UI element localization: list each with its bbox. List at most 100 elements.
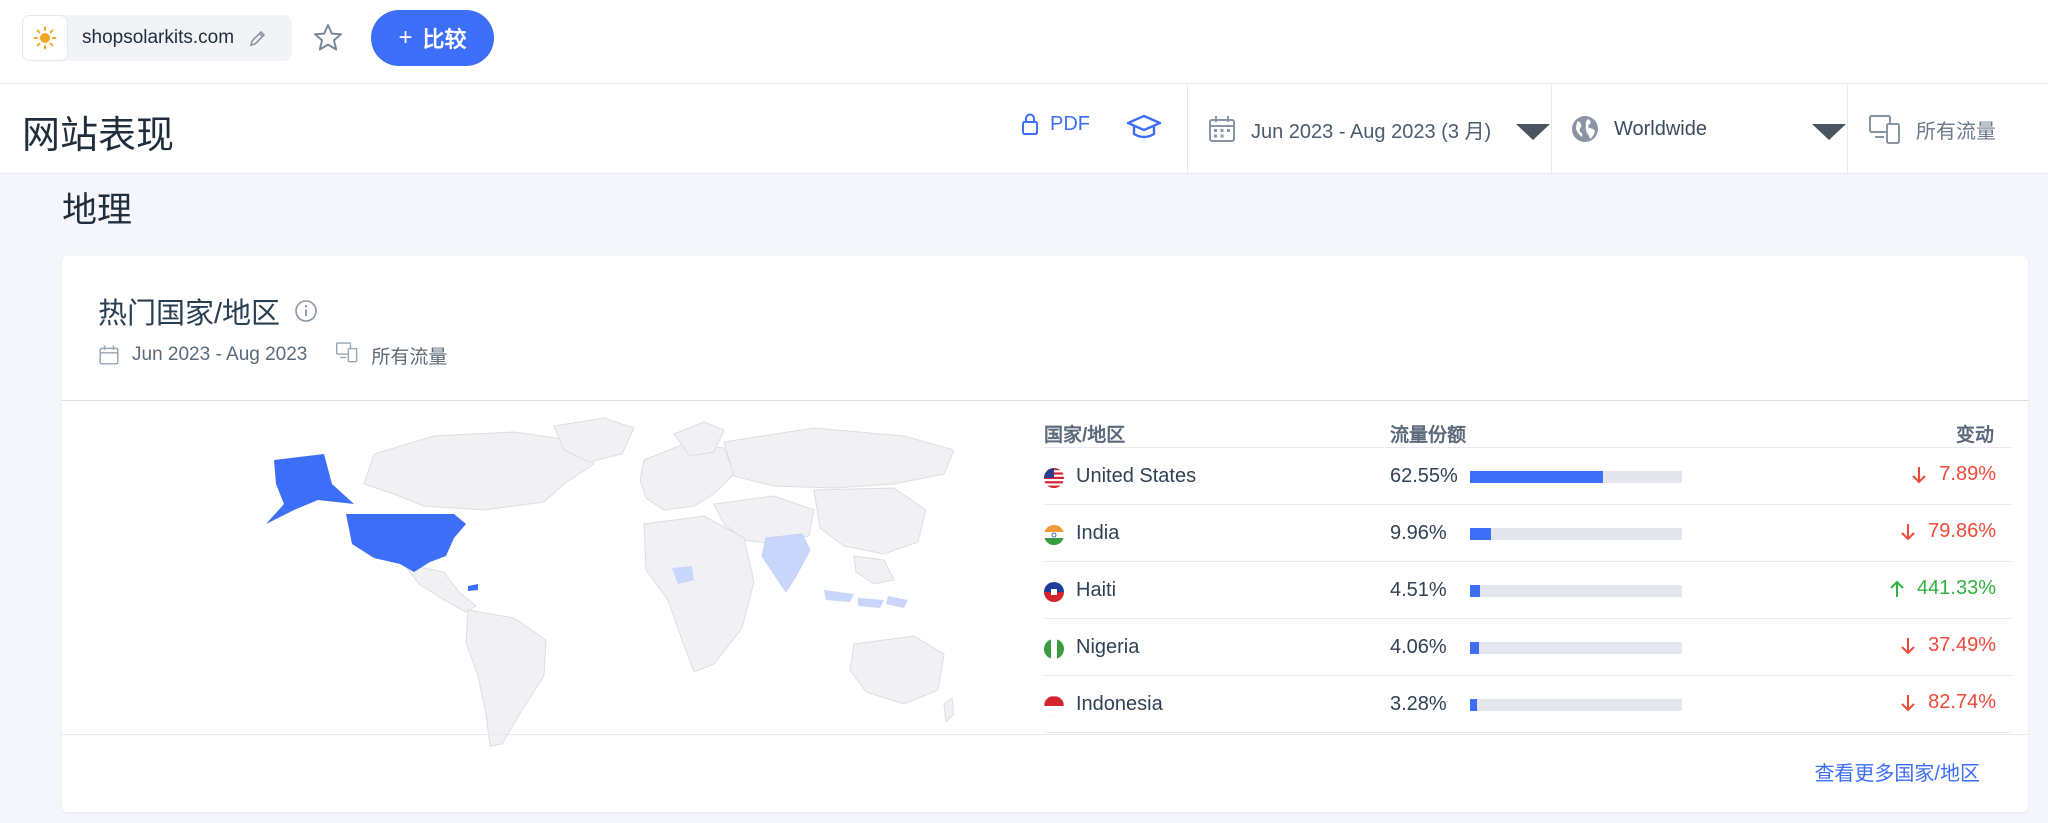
chevron-down-icon[interactable] xyxy=(1812,124,1846,140)
traffic-share: 62.55% xyxy=(1390,465,1458,487)
map-africa xyxy=(643,515,755,673)
change-value: 79.86% xyxy=(1900,520,1996,543)
change-value: 37.49% xyxy=(1900,634,1996,657)
share-bar xyxy=(1470,585,1682,597)
column-header-change: 变动 xyxy=(1955,425,1994,446)
change-text: 79.86% xyxy=(1928,520,1996,542)
map-haiti xyxy=(468,584,478,591)
column-header-share: 流量份额 xyxy=(1390,425,1467,446)
countries-table: 国家/地区 流量份额 变动 United States 62.55% 7.89%… xyxy=(1044,406,2012,733)
top-countries-card: 热门国家/地区 Jun 2023 - Aug 2023 所有流量 国家/地区 流… xyxy=(62,256,2028,812)
compare-button[interactable]: + 比较 xyxy=(371,10,494,66)
arrow-down-icon xyxy=(1911,465,1927,485)
share-bar-fill xyxy=(1470,528,1492,540)
traffic-share: 3.28% xyxy=(1390,693,1447,715)
pdf-button[interactable]: PDF xyxy=(1020,112,1090,136)
map-united-states xyxy=(346,514,466,572)
traffic-source-picker[interactable]: 所有流量 xyxy=(1868,84,1996,174)
share-bar xyxy=(1470,642,1682,654)
table-row[interactable]: India 9.96% 79.86% xyxy=(1044,505,2012,562)
traffic-share: 4.06% xyxy=(1390,636,1447,658)
divider xyxy=(62,734,2028,735)
change-text: 7.89% xyxy=(1939,463,1996,485)
divider xyxy=(62,400,2028,401)
change-value: 441.33% xyxy=(1889,577,1996,600)
map-australia xyxy=(849,635,945,705)
info-icon[interactable] xyxy=(294,299,318,323)
map-new-zealand xyxy=(943,697,954,724)
traffic-share: 4.51% xyxy=(1390,579,1447,601)
flag-us-icon xyxy=(1044,468,1064,488)
globe-icon xyxy=(1572,116,1598,142)
date-range-picker[interactable]: Jun 2023 - Aug 2023 (3 月) xyxy=(1207,84,1547,174)
map-europe xyxy=(639,443,735,511)
share-bar xyxy=(1470,699,1682,711)
share-bar-fill xyxy=(1470,585,1480,597)
country-name[interactable]: United States xyxy=(1076,465,1196,488)
arrow-down-icon xyxy=(1900,693,1916,713)
page-title: 网站表现 xyxy=(22,115,175,157)
lock-icon xyxy=(1022,113,1038,135)
devices-icon xyxy=(335,341,359,369)
traffic-label: 所有流量 xyxy=(1916,120,1996,143)
header-bar: 网站表现 PDF Jun 2023 - Aug 2023 (3 月) World… xyxy=(0,84,2048,174)
flag-indonesia-icon xyxy=(1044,696,1064,716)
pencil-icon[interactable] xyxy=(248,28,268,48)
arrow-up-icon xyxy=(1889,579,1905,599)
date-range-label: Jun 2023 - Aug 2023 (3 月) xyxy=(1251,120,1492,143)
devices-icon xyxy=(1869,115,1900,144)
traffic-share: 9.96% xyxy=(1390,522,1447,544)
arrow-down-icon xyxy=(1900,636,1916,656)
change-value: 7.89% xyxy=(1911,463,1996,486)
divider xyxy=(1187,84,1188,174)
world-map[interactable] xyxy=(254,414,954,754)
share-bar xyxy=(1470,528,1682,540)
divider xyxy=(1551,84,1552,174)
star-icon[interactable] xyxy=(312,22,344,59)
card-title-text: 热门国家/地区 xyxy=(98,298,281,330)
table-row[interactable]: United States 62.55% 7.89% xyxy=(1044,448,2012,505)
flag-nigeria-icon xyxy=(1044,639,1064,659)
calendar-icon xyxy=(1209,116,1235,142)
change-text: 82.74% xyxy=(1928,691,1996,713)
map-china xyxy=(813,487,927,555)
flag-india-icon xyxy=(1044,525,1064,545)
flag-haiti-icon xyxy=(1044,582,1064,602)
change-text: 37.49% xyxy=(1928,634,1996,656)
country-name[interactable]: India xyxy=(1076,522,1119,545)
table-row[interactable]: Indonesia 3.28% 82.74% xyxy=(1044,676,2012,733)
site-chip[interactable]: shopsolarkits.com xyxy=(22,15,292,61)
calendar-icon xyxy=(99,345,119,365)
compare-label: 比较 xyxy=(422,27,467,52)
country-name[interactable]: Nigeria xyxy=(1076,636,1139,659)
site-name: shopsolarkits.com xyxy=(82,27,235,48)
map-southeast-asia xyxy=(853,555,895,585)
share-bar-fill xyxy=(1470,699,1477,711)
arrow-down-icon xyxy=(1900,522,1916,542)
top-bar: shopsolarkits.com + 比较 xyxy=(0,0,2048,84)
map-canada xyxy=(363,431,595,511)
map-alaska xyxy=(266,454,354,524)
map-russia xyxy=(723,427,954,489)
share-bar xyxy=(1470,471,1682,483)
card-subtitle: Jun 2023 - Aug 2023 所有流量 xyxy=(98,341,447,369)
map-india xyxy=(761,533,811,593)
divider xyxy=(1847,84,1848,174)
column-header-country: 国家/地区 xyxy=(1044,425,1126,446)
chevron-down-icon[interactable] xyxy=(1516,124,1550,140)
map-south-america xyxy=(465,609,547,747)
country-name[interactable]: Haiti xyxy=(1076,579,1116,602)
plus-icon: + xyxy=(398,24,413,51)
table-row[interactable]: Haiti 4.51% 441.33% xyxy=(1044,562,2012,619)
change-text: 441.33% xyxy=(1917,577,1996,599)
share-bar-fill xyxy=(1470,642,1479,654)
country-picker[interactable]: Worldwide xyxy=(1570,84,1850,174)
country-name[interactable]: Indonesia xyxy=(1076,693,1163,716)
view-more-countries-link[interactable]: 查看更多国家/地区 xyxy=(1814,757,1980,786)
card-title: 热门国家/地区 xyxy=(98,290,318,332)
table-row[interactable]: Nigeria 4.06% 37.49% xyxy=(1044,619,2012,676)
change-value: 82.74% xyxy=(1900,691,1996,714)
section-title: 地理 xyxy=(62,191,133,230)
graduation-cap-icon[interactable] xyxy=(1126,112,1162,149)
table-header: 国家/地区 流量份额 变动 xyxy=(1044,406,2012,448)
